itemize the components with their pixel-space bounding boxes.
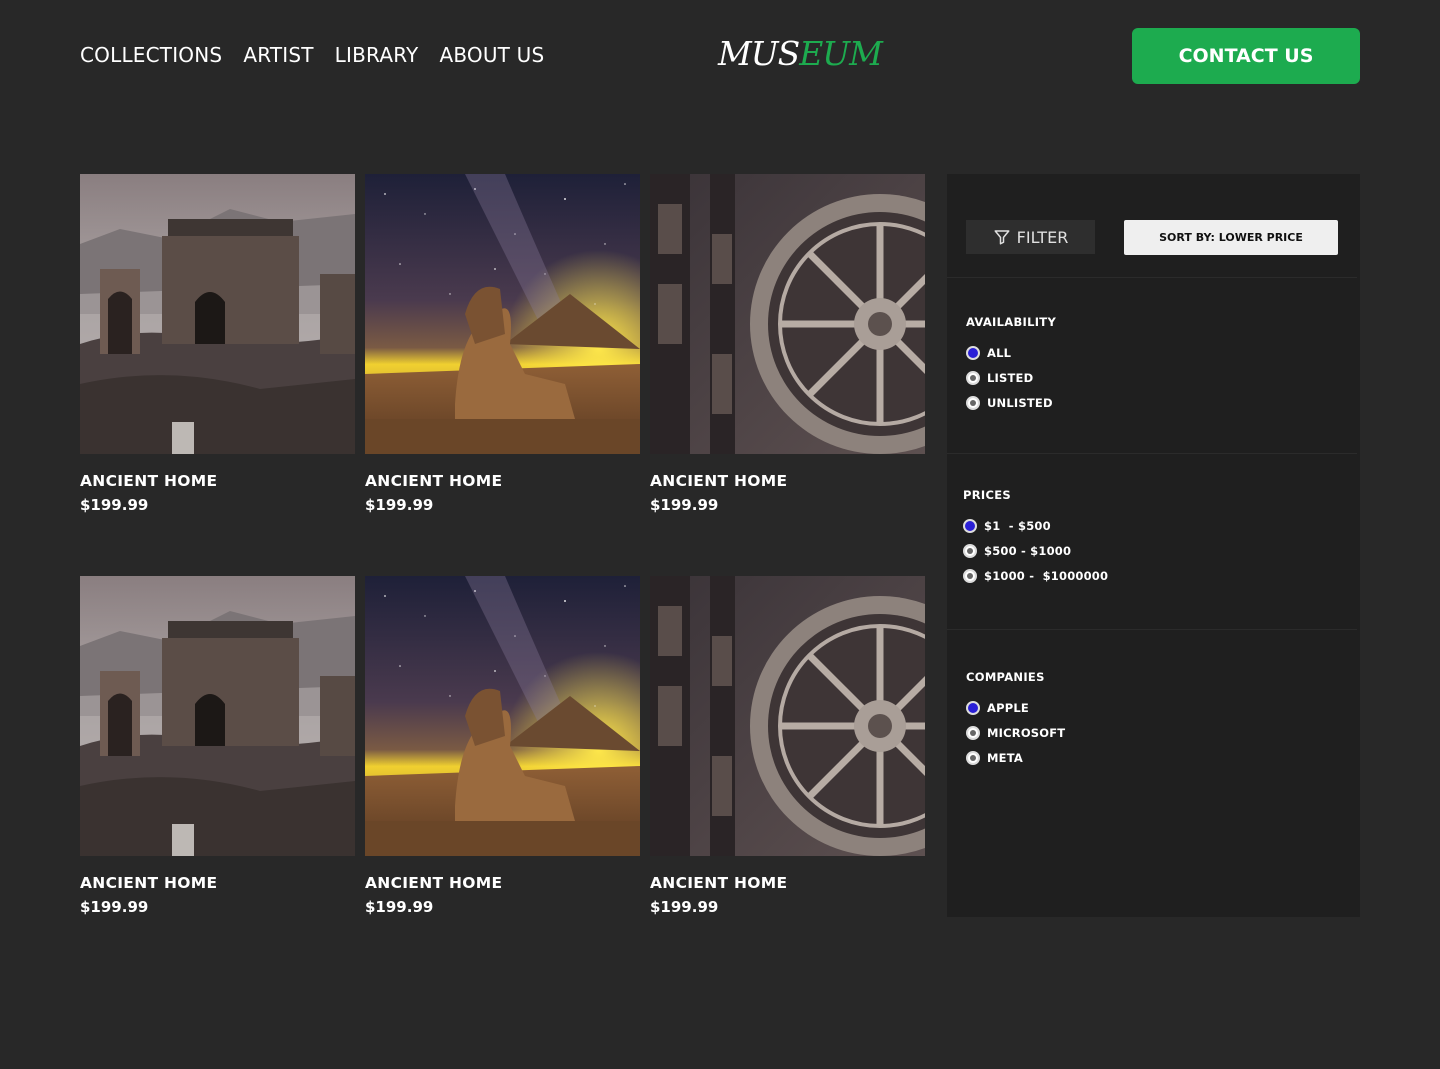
price-option-3[interactable]: $1000 - $1000000 [963, 563, 1108, 588]
product-image-wheel [650, 576, 925, 856]
radio[interactable] [963, 568, 977, 583]
product-card[interactable]: ANCIENT HOME $199.99 [650, 576, 925, 916]
logo-part2: EUM [799, 34, 883, 73]
product-price: $199.99 [365, 496, 434, 514]
nav-library[interactable]: LIBRARY [335, 43, 419, 67]
museum-logo[interactable]: MUSEUM [718, 34, 883, 73]
logo-part1: MUS [718, 34, 800, 73]
product-image-sphinx [365, 174, 640, 454]
price-option-2[interactable]: $500 - $1000 [963, 538, 1108, 563]
product-image-ruins [80, 174, 355, 454]
price-option-1[interactable]: $1 - $500 [963, 513, 1108, 538]
radio[interactable] [966, 750, 980, 765]
filter-label: FILTER [1016, 227, 1069, 247]
radio-selected[interactable] [966, 700, 980, 715]
company-option-microsoft[interactable]: MICROSOFT [966, 720, 1065, 745]
radio[interactable] [966, 370, 980, 385]
product-title: ANCIENT HOME [80, 472, 218, 490]
divider [947, 453, 1357, 454]
companies-title: COMPANIES [966, 670, 1045, 684]
radio[interactable] [966, 395, 980, 410]
product-title: ANCIENT HOME [365, 472, 503, 490]
radio-selected[interactable] [966, 345, 980, 360]
radio[interactable] [966, 725, 980, 740]
product-card[interactable]: ANCIENT HOME $199.99 [365, 174, 640, 514]
availability-option-all[interactable]: ALL [966, 340, 1056, 365]
radio-selected[interactable] [963, 518, 977, 533]
funnel-icon [994, 230, 1010, 245]
main-nav: COLLECTIONS ARTIST LIBRARY ABOUT US [80, 43, 544, 67]
product-price: $199.99 [80, 496, 149, 514]
companies-group: COMPANIES APPLE MICROSOFT META [966, 670, 1065, 770]
divider [947, 277, 1357, 278]
product-image-ruins [80, 576, 355, 856]
product-title: ANCIENT HOME [650, 874, 788, 892]
product-price: $199.99 [365, 898, 434, 916]
product-card[interactable]: ANCIENT HOME $199.99 [80, 576, 355, 916]
radio[interactable] [963, 543, 977, 558]
prices-group: PRICES $1 - $500 $500 - $1000 $1000 - $1… [963, 488, 1108, 588]
filter-panel: FILTER SORT BY: LOWER PRICE AVAILABILITY… [947, 174, 1360, 917]
filter-button[interactable]: FILTER [966, 220, 1095, 254]
product-card[interactable]: ANCIENT HOME $199.99 [650, 174, 925, 514]
availability-option-listed[interactable]: LISTED [966, 365, 1056, 390]
availability-group: AVAILABILITY ALL LISTED UNLISTED [966, 315, 1056, 415]
sort-button[interactable]: SORT BY: LOWER PRICE [1124, 220, 1338, 255]
contact-us-button[interactable]: CONTACT US [1132, 28, 1360, 84]
company-option-meta[interactable]: META [966, 745, 1065, 770]
product-price: $199.99 [80, 898, 149, 916]
nav-artist[interactable]: ARTIST [243, 43, 313, 67]
nav-about-us[interactable]: ABOUT US [439, 43, 544, 67]
product-image-sphinx [365, 576, 640, 856]
nav-collections[interactable]: COLLECTIONS [80, 43, 222, 67]
product-card[interactable]: ANCIENT HOME $199.99 [365, 576, 640, 916]
availability-option-unlisted[interactable]: UNLISTED [966, 390, 1056, 415]
product-title: ANCIENT HOME [365, 874, 503, 892]
prices-title: PRICES [963, 488, 1011, 502]
product-title: ANCIENT HOME [80, 874, 218, 892]
divider [947, 629, 1357, 630]
product-price: $199.99 [650, 898, 719, 916]
product-image-wheel [650, 174, 925, 454]
availability-title: AVAILABILITY [966, 315, 1057, 329]
company-option-apple[interactable]: APPLE [966, 695, 1065, 720]
product-card[interactable]: ANCIENT HOME $199.99 [80, 174, 355, 514]
product-price: $199.99 [650, 496, 719, 514]
product-title: ANCIENT HOME [650, 472, 788, 490]
